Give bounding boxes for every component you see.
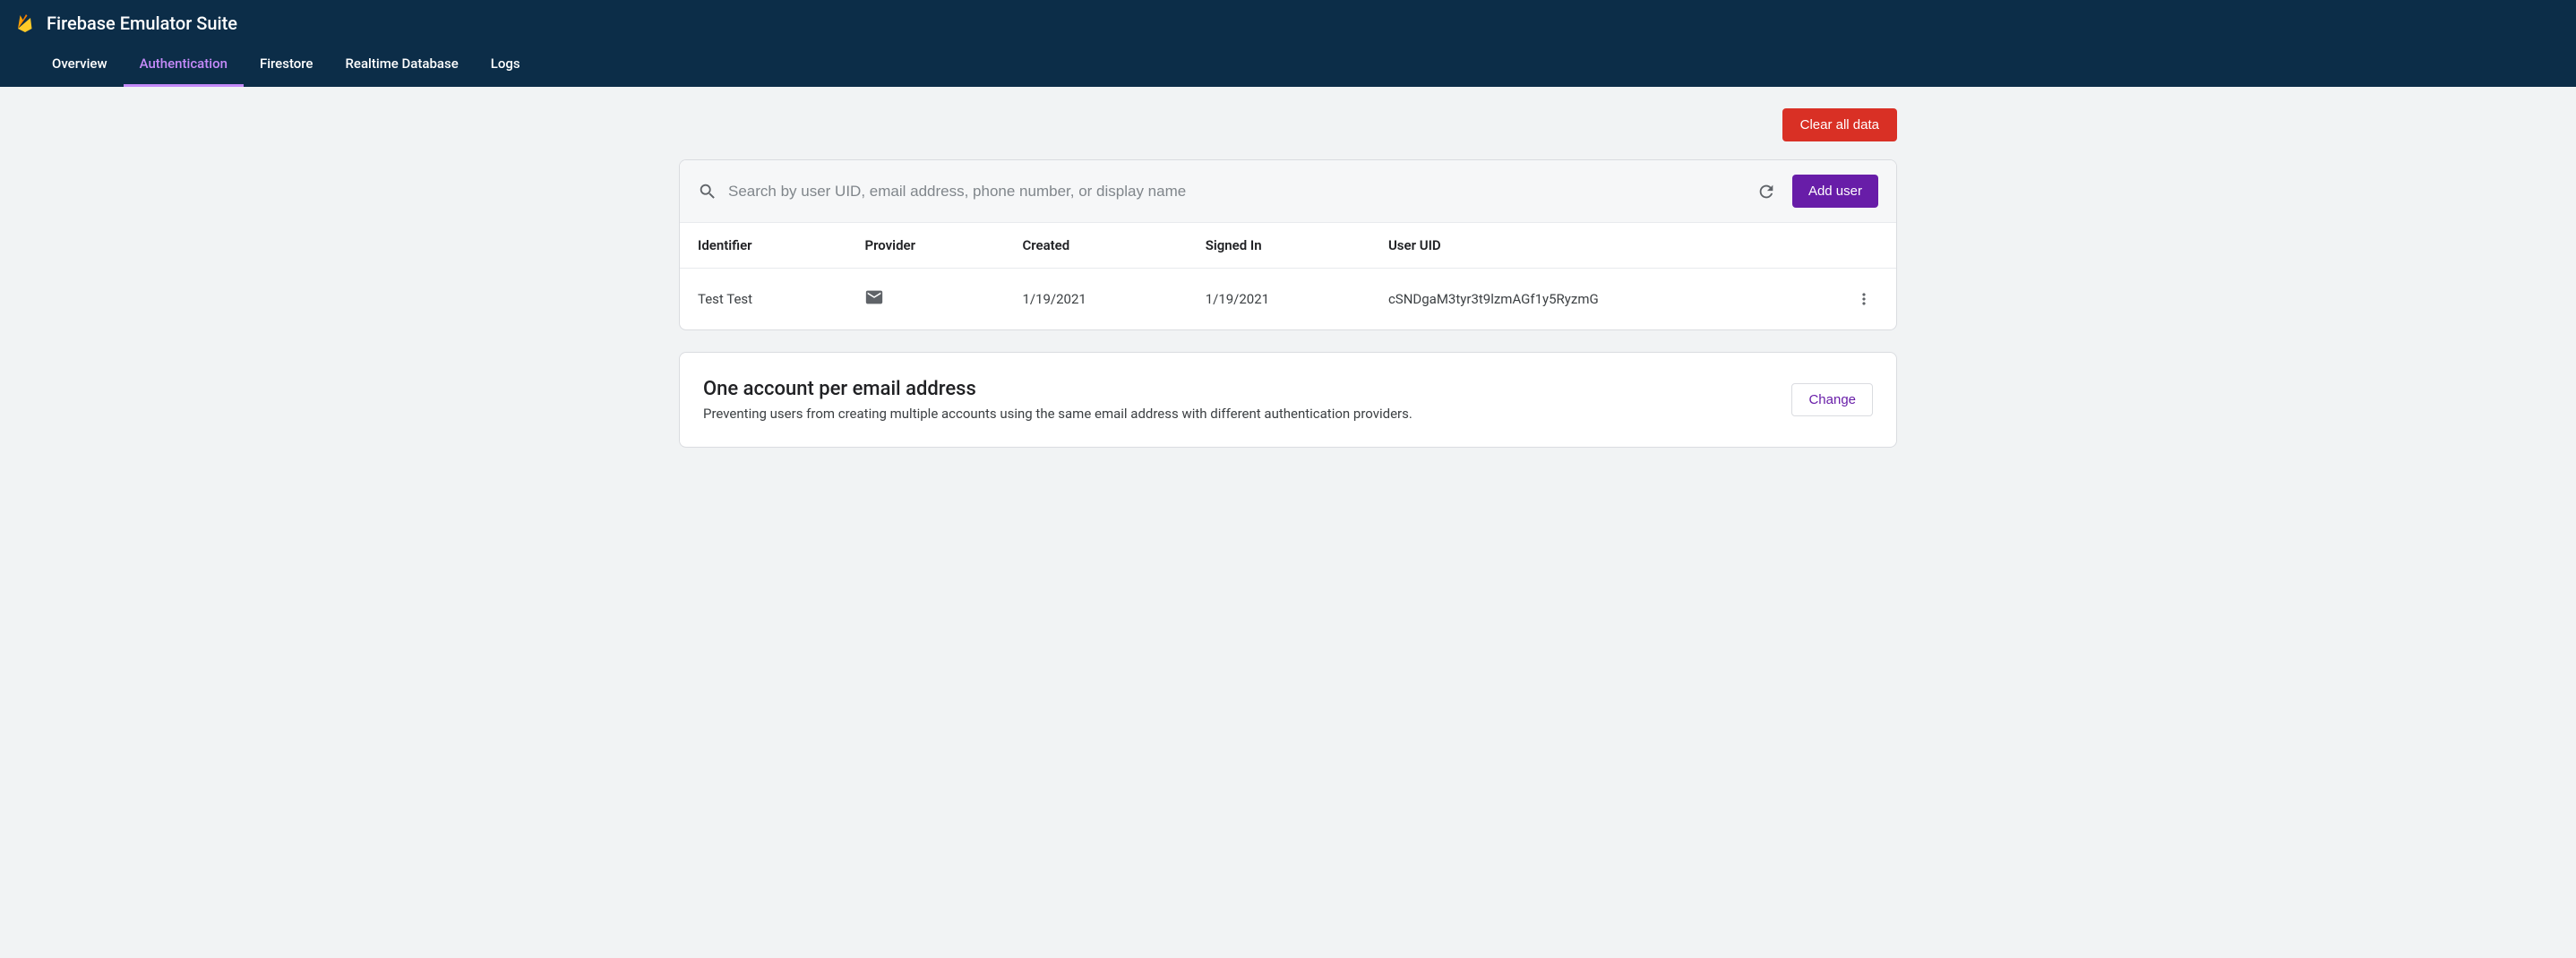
- column-header-user-uid: User UID: [1372, 223, 1833, 269]
- clear-all-data-button[interactable]: Clear all data: [1782, 108, 1897, 141]
- settings-card: One account per email address Preventing…: [679, 352, 1897, 448]
- users-card: Add user Identifier Provider Created Sig…: [679, 159, 1897, 330]
- tab-firestore[interactable]: Firestore: [244, 43, 330, 87]
- settings-title: One account per email address: [703, 378, 1413, 400]
- column-header-signed-in: Signed In: [1189, 223, 1372, 269]
- cell-user-uid: cSNDgaM3tyr3t9lzmAGf1y5RyzmG: [1372, 269, 1833, 330]
- tab-realtime-database[interactable]: Realtime Database: [329, 43, 474, 87]
- search-input[interactable]: [728, 179, 1740, 204]
- cell-provider: [848, 269, 1006, 330]
- column-header-provider: Provider: [848, 223, 1006, 269]
- settings-description: Preventing users from creating multiple …: [703, 406, 1413, 422]
- more-vert-icon: [1855, 290, 1873, 308]
- cell-signed-in: 1/19/2021: [1189, 269, 1372, 330]
- change-button[interactable]: Change: [1791, 383, 1873, 416]
- app-title: Firebase Emulator Suite: [47, 13, 237, 34]
- search-icon: [698, 182, 717, 201]
- column-header-identifier: Identifier: [680, 223, 848, 269]
- tab-logs[interactable]: Logs: [475, 43, 537, 87]
- column-header-created: Created: [1006, 223, 1189, 269]
- email-icon: [864, 287, 884, 307]
- users-table: Identifier Provider Created Signed In Us…: [680, 223, 1896, 329]
- tab-overview[interactable]: Overview: [36, 43, 124, 87]
- row-menu-button[interactable]: [1850, 285, 1878, 313]
- add-user-button[interactable]: Add user: [1792, 175, 1878, 208]
- refresh-button[interactable]: [1751, 176, 1782, 207]
- table-row: Test Test 1/19/2021 1/19/2021 cSNDgaM3ty…: [680, 269, 1896, 330]
- tab-authentication[interactable]: Authentication: [124, 43, 244, 87]
- firebase-logo-icon: [14, 13, 36, 34]
- cell-created: 1/19/2021: [1006, 269, 1189, 330]
- refresh-icon: [1756, 182, 1776, 201]
- nav-tabs: Overview Authentication Firestore Realti…: [0, 43, 2576, 87]
- cell-identifier: Test Test: [680, 269, 848, 330]
